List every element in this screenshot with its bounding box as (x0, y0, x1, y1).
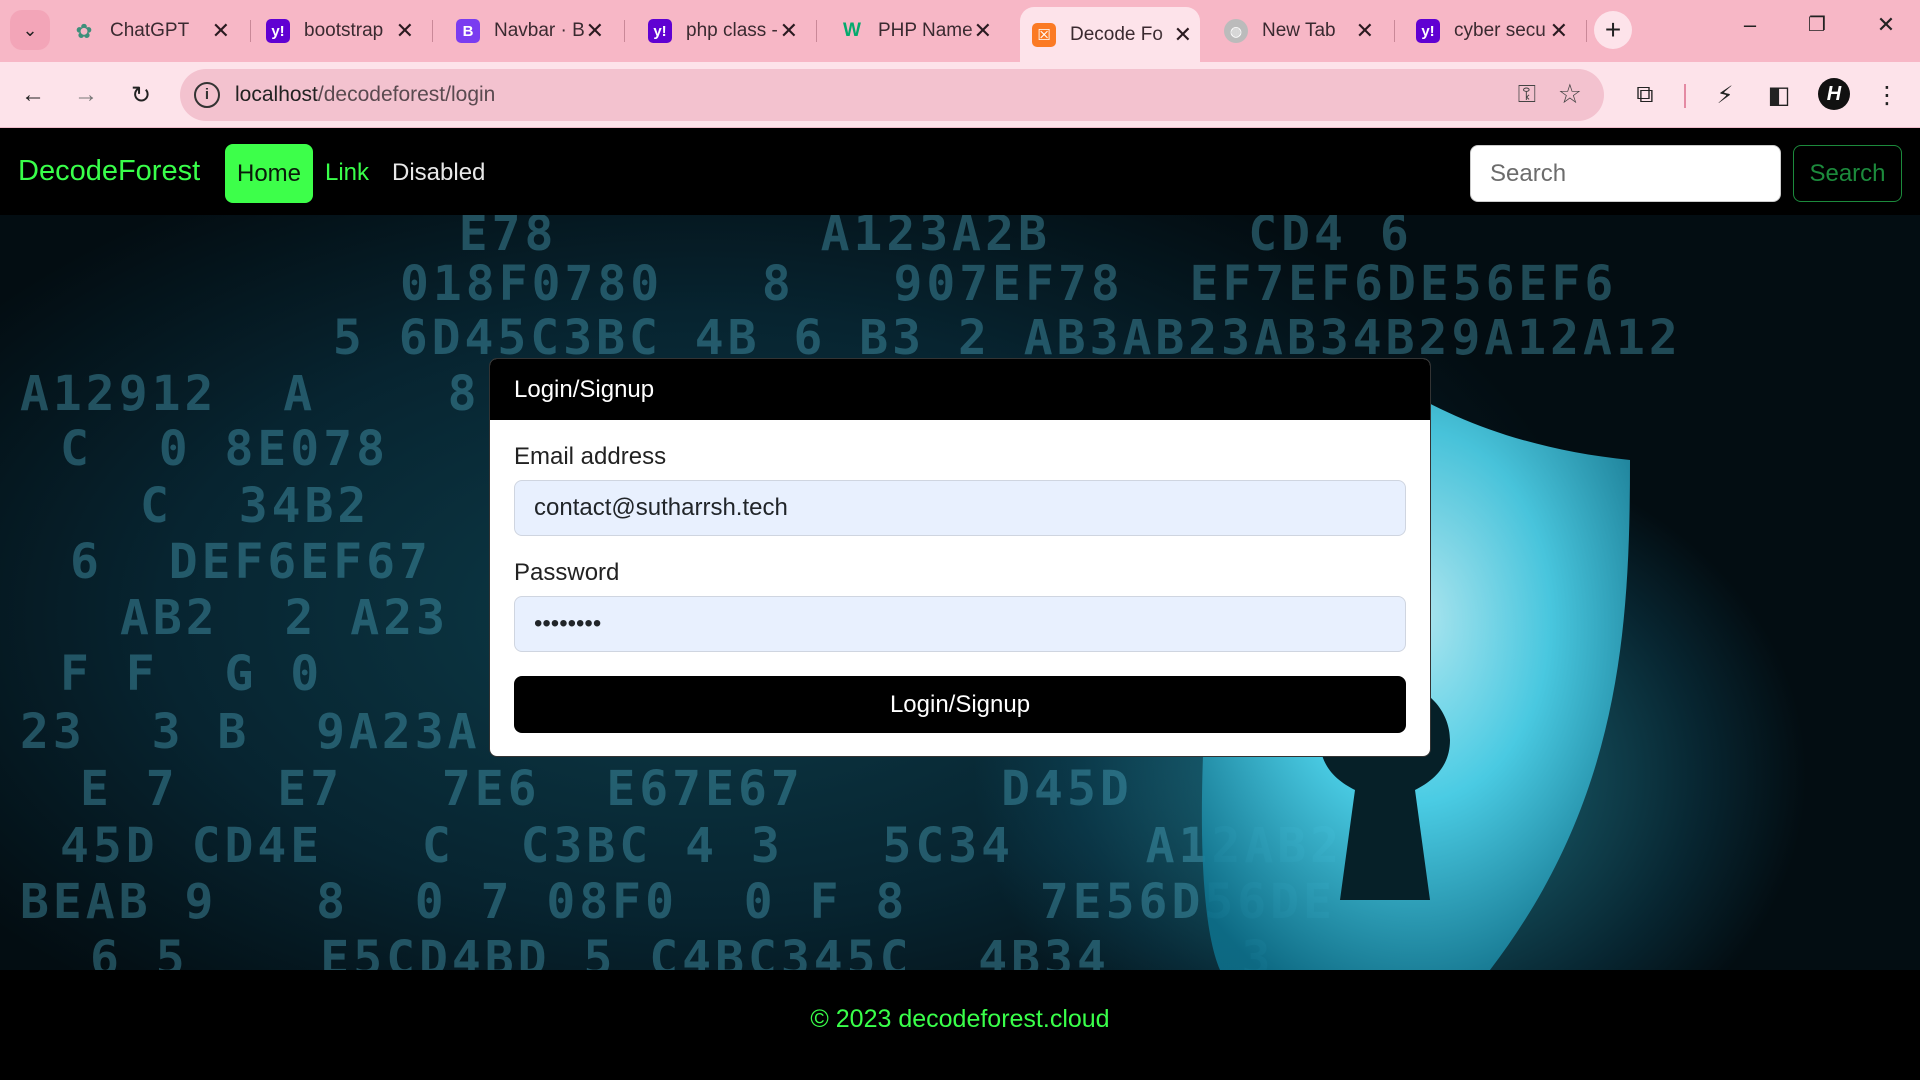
close-icon[interactable]: ✕ (586, 18, 604, 44)
tab-decode-forest[interactable]: ☒ Decode Fo ✕ (1020, 7, 1200, 62)
yahoo-icon: y! (266, 19, 290, 43)
close-icon[interactable]: ✕ (780, 18, 798, 44)
close-icon[interactable]: ✕ (1550, 18, 1568, 44)
globe-icon: ◍ (1224, 19, 1248, 43)
tab-chatgpt[interactable]: ✿ ChatGPT ✕ (60, 12, 238, 50)
login-card: Login/Signup Email address Password Logi… (489, 358, 1431, 757)
performance-icon[interactable]: ⚡ (1706, 76, 1744, 114)
password-label: Password (514, 559, 620, 586)
card-header: Login/Signup (490, 359, 1430, 420)
info-icon[interactable]: i (194, 82, 220, 108)
yahoo-icon: y! (1416, 19, 1440, 43)
bootstrap-icon: B (456, 19, 480, 43)
brand-logo[interactable]: DecodeForest (18, 155, 200, 188)
site-navbar: DecodeForest Home Link Disabled Search (0, 129, 1920, 215)
star-icon[interactable]: ☆ (1558, 79, 1582, 110)
email-label: Email address (514, 443, 667, 470)
tab-separator (432, 20, 433, 42)
browser-toolbar: ← → ↻ i localhost/decodeforest/login ⚿ ☆… (0, 62, 1920, 128)
chevron-down-icon: ⌄ (22, 19, 38, 40)
extensions-icon[interactable]: ⧉ (1626, 76, 1664, 114)
arrow-right-icon: → (74, 81, 98, 108)
new-tab-button[interactable]: + (1594, 11, 1632, 49)
footer-copyright: © 2023 decodeforest.cloud (810, 1005, 1110, 1033)
tab-php-class[interactable]: y! php class - ✕ (636, 12, 806, 50)
key-icon[interactable]: ⚿ (1518, 81, 1536, 109)
forward-button[interactable]: → (67, 76, 105, 114)
chatgpt-icon: ✿ (75, 20, 93, 43)
tab-separator (624, 20, 625, 42)
login-signup-button[interactable]: Login/Signup (514, 676, 1406, 733)
email-field[interactable] (514, 480, 1406, 536)
tab-separator (250, 20, 251, 42)
close-icon[interactable]: ✕ (974, 18, 992, 44)
tab-title: ChatGPT (110, 20, 190, 41)
address-bar[interactable]: i localhost/decodeforest/login ⚿ ☆ (180, 69, 1604, 121)
page-content: DecodeForest Home Link Disabled Search E… (0, 129, 1920, 1080)
close-icon[interactable]: ✕ (396, 18, 414, 44)
profile-avatar[interactable]: H (1818, 78, 1850, 110)
url-text[interactable]: localhost/decodeforest/login (235, 83, 495, 107)
tab-php-namespace[interactable]: W PHP Name ✕ (828, 12, 1000, 50)
reload-button[interactable]: ↻ (122, 76, 160, 114)
tab-search-button[interactable]: ⌄ (10, 10, 50, 50)
reload-icon: ↻ (130, 81, 152, 109)
arrow-left-icon: ← (21, 81, 45, 108)
back-button[interactable]: ← (14, 76, 52, 114)
nav-link[interactable]: Link (325, 159, 369, 187)
close-icon[interactable]: ✕ (1174, 22, 1192, 48)
nav-home-link[interactable]: Home (225, 144, 313, 203)
tab-new-tab[interactable]: ◍ New Tab ✕ (1212, 12, 1382, 50)
side-panel-icon[interactable]: ◧ (1760, 76, 1798, 114)
search-button[interactable]: Search (1793, 145, 1902, 202)
tab-title: Decode Fo (1070, 23, 1163, 45)
close-icon[interactable]: ✕ (1356, 18, 1374, 44)
browser-tab-bar: ⌄ ✿ ChatGPT ✕ y! bootstrap ✕ B Navbar · … (0, 0, 1920, 62)
menu-icon[interactable]: ⋮ (1868, 76, 1906, 114)
tab-bootstrap[interactable]: y! bootstrap ✕ (254, 12, 422, 50)
tab-separator (816, 20, 817, 42)
close-window-button[interactable]: ✕ (1866, 12, 1906, 38)
toolbar-divider (1684, 84, 1686, 108)
site-footer: © 2023 decodeforest.cloud (0, 970, 1920, 1080)
url-host: localhost (235, 83, 318, 106)
url-path: /decodeforest/login (317, 83, 496, 106)
restore-button[interactable]: ❐ (1797, 12, 1837, 37)
tab-separator (1394, 20, 1395, 42)
tab-cyber-security[interactable]: y! cyber secu ✕ (1404, 12, 1576, 50)
tab-navbar[interactable]: B Navbar · B ✕ (444, 12, 612, 50)
xampp-icon: ☒ (1032, 22, 1056, 47)
plus-icon: + (1604, 14, 1622, 45)
minimize-button[interactable]: – (1730, 12, 1770, 38)
close-icon[interactable]: ✕ (212, 18, 230, 44)
tab-separator (1586, 20, 1587, 42)
w3schools-icon: W (843, 20, 861, 41)
search-input[interactable] (1470, 145, 1781, 202)
password-field[interactable] (514, 596, 1406, 652)
nav-disabled-link: Disabled (392, 159, 486, 186)
yahoo-icon: y! (648, 19, 672, 43)
